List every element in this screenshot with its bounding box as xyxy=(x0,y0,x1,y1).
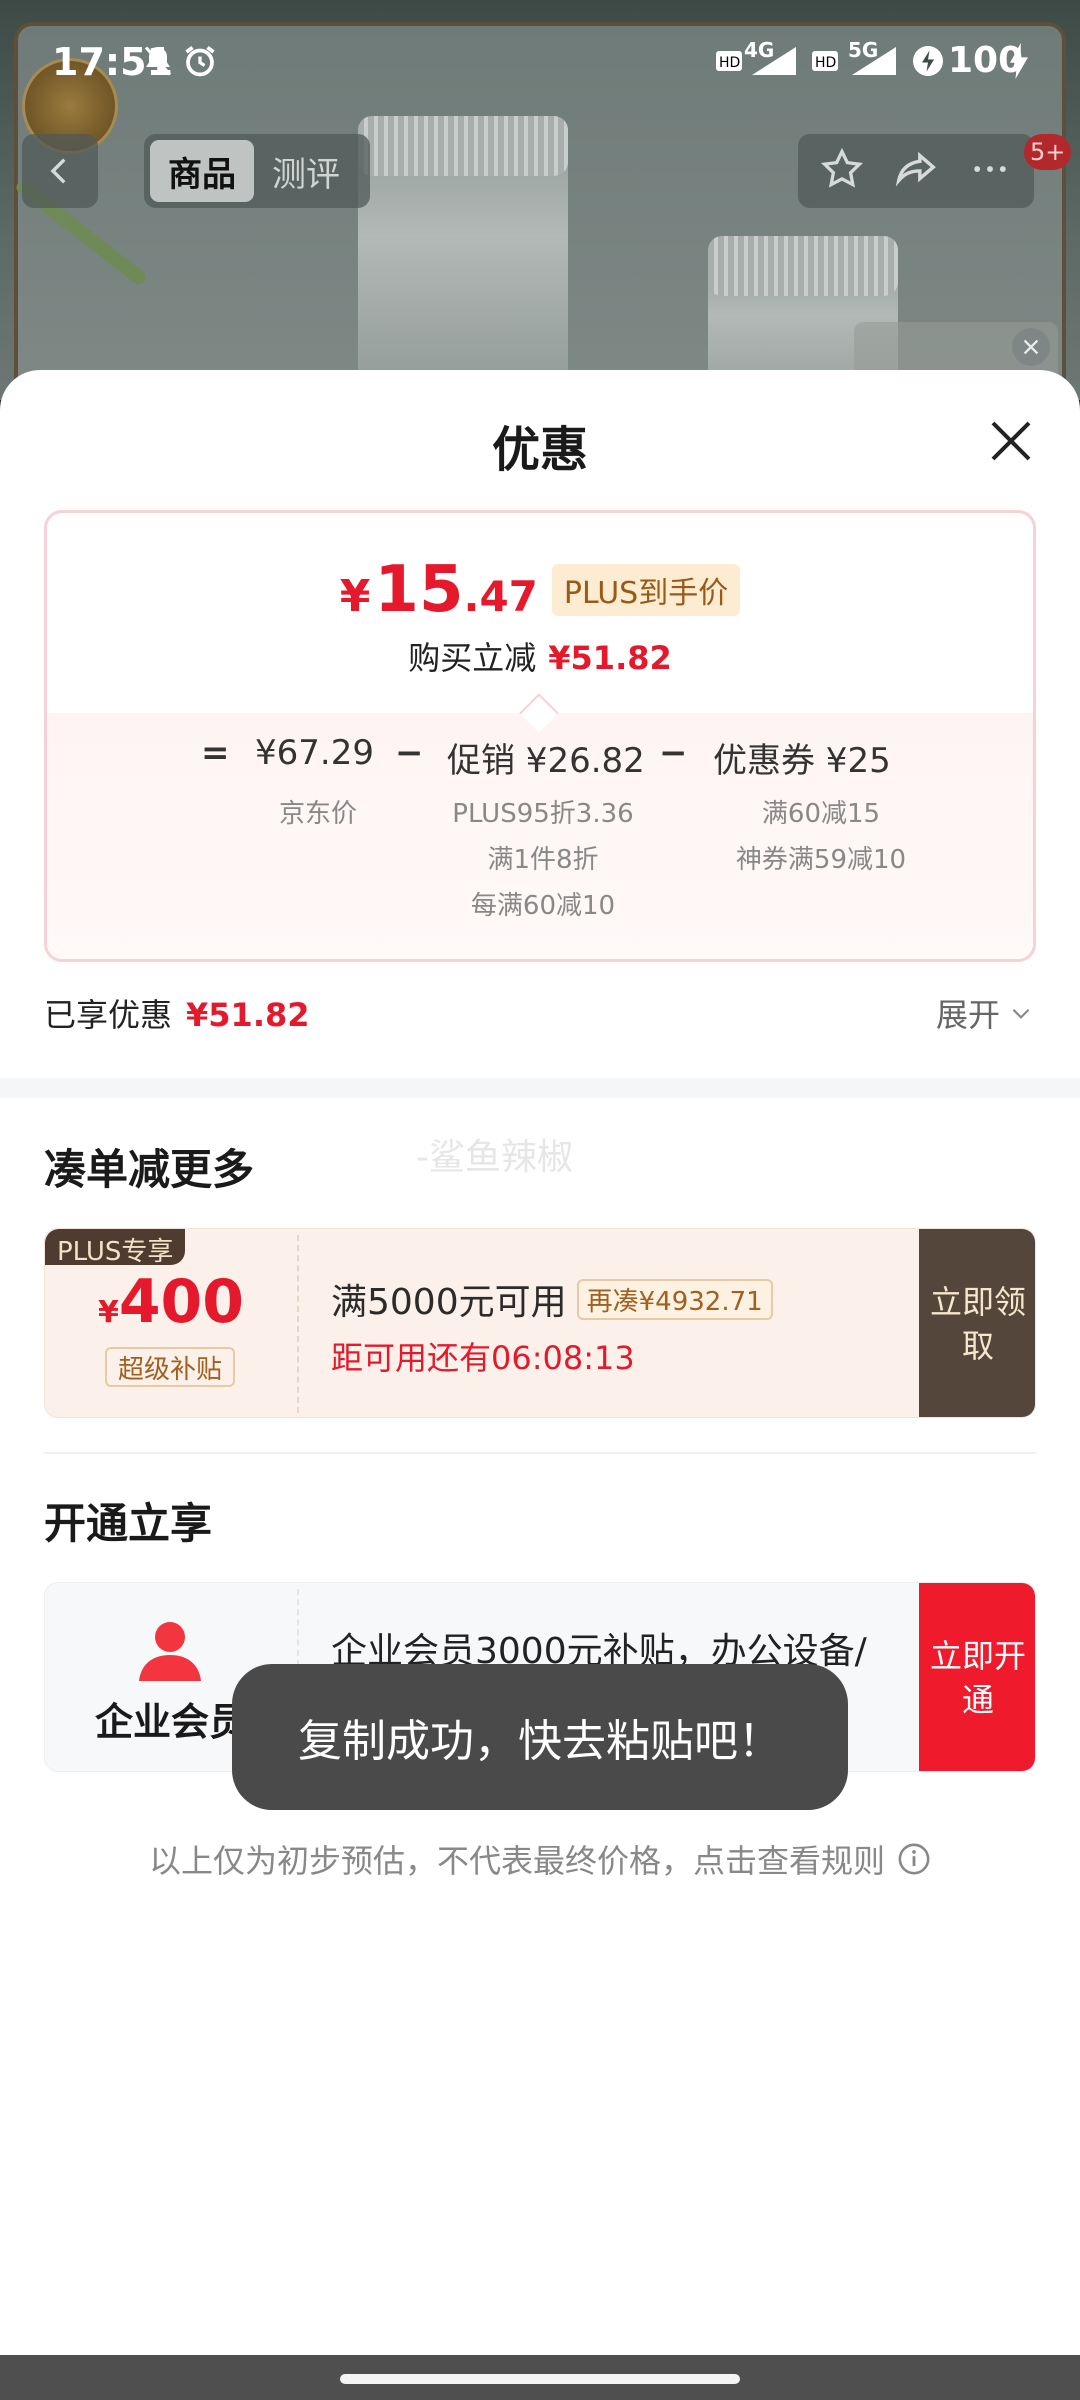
disclaimer[interactable]: 以上仅为初步预估，不代表最终价格，点击查看规则 xyxy=(0,1836,1080,1882)
more-icon[interactable] xyxy=(968,147,1012,195)
enjoyed-discount: 已享优惠 ¥51.82 xyxy=(44,990,310,1036)
final-price-integer: 15 xyxy=(374,553,464,627)
final-price: ¥ 15 .47 PLUS到手价 xyxy=(47,553,1033,627)
super-subsidy-tag: 超级补贴 xyxy=(105,1347,235,1387)
discount-sheet: 优惠 ¥ 15 .47 PLUS到手价 购买立减 ¥51.82 = ¥67.29 … xyxy=(0,370,1080,2355)
info-icon xyxy=(898,1843,930,1875)
price-formula: = ¥67.29 − 促销 ¥26.82 − 优惠券 ¥25 xyxy=(47,733,1033,781)
person-icon xyxy=(135,1619,205,1687)
back-icon xyxy=(50,158,66,184)
disclaimer-text: 以上仅为初步预估，不代表最终价格，点击查看规则 xyxy=(148,1842,885,1880)
enjoyed-value: ¥51.82 xyxy=(186,996,310,1034)
network-type-2: 5G xyxy=(848,38,879,62)
close-button[interactable] xyxy=(984,414,1038,468)
base-price-label: 京东价 xyxy=(278,799,357,829)
share-icon[interactable] xyxy=(893,146,939,196)
coupon-condition-text: 满5000元可用 xyxy=(331,1282,567,1323)
svg-text:HD: HD xyxy=(815,55,836,71)
promo-amount: 促销 ¥26.82 xyxy=(447,741,645,781)
coupon-detail: 满60减15 xyxy=(761,799,881,829)
close-icon[interactable] xyxy=(1012,328,1050,366)
coupon-amount: ¥400 xyxy=(45,1267,297,1337)
alarm-icon xyxy=(182,44,218,78)
battery-saver-icon xyxy=(910,44,946,78)
price-breakdown-card: ¥ 15 .47 PLUS到手价 购买立减 ¥51.82 = ¥67.29 − 促… xyxy=(44,510,1036,962)
claim-coupon-button[interactable]: 立即领取 xyxy=(919,1229,1035,1417)
home-indicator[interactable] xyxy=(340,2374,740,2384)
instant-reduction: 购买立减 ¥51.82 xyxy=(47,633,1033,679)
section-title-more: 凑单减更多 xyxy=(44,1145,255,1194)
status-bar: 17:51 HD 4G HD 5G 100 xyxy=(0,0,1080,110)
section-title-open: 开通立享 xyxy=(44,1499,213,1548)
final-price-decimal: .47 xyxy=(463,572,538,621)
promo-detail: 满1件8折 xyxy=(487,845,599,875)
coupon-countdown: 距可用还有06:08:13 xyxy=(331,1339,635,1377)
coupon-condition: 满5000元可用 再凑¥4932.71 xyxy=(331,1273,773,1325)
equals-sign: = xyxy=(201,733,230,773)
tab-review[interactable]: 测评 xyxy=(254,140,358,202)
plus-only-tag: PLUS专享 xyxy=(45,1229,186,1267)
top-actions xyxy=(798,134,1034,208)
screen: 17:51 HD 4G HD 5G 100 商品 测评 5+ 优惠 ¥ 15 .… xyxy=(0,0,1080,2400)
chevron-down-icon xyxy=(1012,1008,1030,1019)
tab-product[interactable]: 商品 xyxy=(150,140,254,202)
minus-sign: − xyxy=(395,733,424,773)
add-more-tag: 再凑¥4932.71 xyxy=(576,1278,773,1320)
minus-sign: − xyxy=(659,733,688,773)
message-badge: 5+ xyxy=(1024,134,1072,170)
coupon-currency: ¥ xyxy=(97,1295,119,1330)
watermark: -鲨鱼辣椒 xyxy=(416,1137,573,1178)
plus-coupon: PLUS专享 ¥400 超级补贴 满5000元可用 再凑¥4932.71 距可用… xyxy=(44,1228,1036,1418)
promo-detail: PLUS95折3.36 xyxy=(452,799,634,829)
toast-message: 复制成功，快去粘贴吧！ xyxy=(232,1664,848,1810)
open-membership-button[interactable]: 立即开通 xyxy=(919,1583,1035,1771)
reduce-value: ¥51.82 xyxy=(548,639,672,677)
section-divider-line xyxy=(44,1452,1036,1454)
charging-icon xyxy=(1008,43,1030,79)
star-icon[interactable] xyxy=(820,147,864,195)
plus-price-tag: PLUS到手价 xyxy=(551,564,741,616)
product-tabs: 商品 测评 xyxy=(144,134,370,208)
sheet-title: 优惠 xyxy=(491,422,588,478)
back-button[interactable] xyxy=(22,134,98,208)
base-price: ¥67.29 xyxy=(255,733,374,773)
coupon-divider xyxy=(297,1235,299,1413)
expand-toggle[interactable]: 展开 xyxy=(936,990,1034,1036)
section-divider xyxy=(0,1078,1080,1098)
coupon-amount: 优惠券 ¥25 xyxy=(713,741,891,781)
promo-detail: 每满60减10 xyxy=(470,891,616,921)
network-type-1: 4G xyxy=(744,38,775,62)
expand-label: 展开 xyxy=(936,996,1001,1034)
svg-text:HD: HD xyxy=(719,55,740,71)
close-icon xyxy=(991,421,1031,461)
final-price-currency: ¥ xyxy=(339,571,371,622)
coupon-value: 400 xyxy=(118,1267,245,1337)
reduce-label: 购买立减 xyxy=(408,639,537,677)
coupon-detail: 神券满59减10 xyxy=(735,845,907,875)
coupon-value-area: PLUS专享 ¥400 超级补贴 xyxy=(45,1229,297,1417)
enjoyed-label: 已享优惠 xyxy=(44,996,173,1034)
mute-bell-icon xyxy=(140,44,176,78)
